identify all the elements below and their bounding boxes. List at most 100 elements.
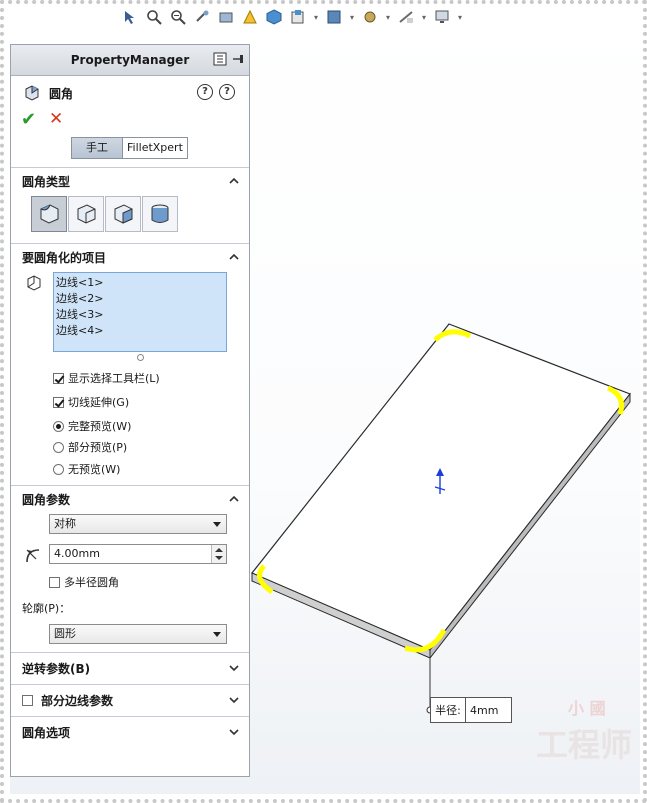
constant-radius-fillet-button[interactable]: [31, 196, 67, 232]
edges-list[interactable]: 边线<1> 边线<2> 边线<3> 边线<4>: [53, 272, 227, 352]
mode-tabs: 手工 FilletXpert: [71, 137, 188, 159]
hide-show-items-icon[interactable]: [324, 7, 344, 27]
select-value: 对称: [54, 517, 76, 530]
section-title: 部分边线参数: [41, 693, 114, 708]
radius-value: 4.00mm: [54, 547, 100, 560]
chevron-down-icon[interactable]: [229, 727, 239, 737]
radius-callout[interactable]: 半径: 4mm: [430, 697, 512, 723]
chevron-up-icon[interactable]: [229, 252, 239, 262]
radius-spinner[interactable]: [211, 545, 226, 563]
chevron-down-icon[interactable]: [229, 695, 239, 705]
checkbox-label: 多半径圆角: [64, 576, 119, 589]
tab-filletxpert[interactable]: FilletXpert: [123, 138, 187, 158]
property-manager: PropertyManager 圆角 ? ? ✔ ✕ 手工 FilletXper…: [10, 44, 250, 777]
chevron-down-icon[interactable]: ▾: [456, 7, 464, 27]
chevron-down-icon[interactable]: [213, 522, 221, 527]
face-fillet-button[interactable]: [105, 196, 141, 232]
multi-radius-checkbox[interactable]: 多半径圆角: [49, 574, 119, 590]
zoom-area-icon[interactable]: [168, 7, 188, 27]
property-manager-title: PropertyManager: [70, 53, 190, 67]
panel-split-icon[interactable]: [213, 52, 227, 66]
section-setback-header[interactable]: 逆转参数(B): [11, 653, 249, 683]
variable-radius-fillet-button[interactable]: [68, 196, 104, 232]
show-toolbar-checkbox[interactable]: 显示选择工具栏(L): [53, 370, 160, 386]
list-item[interactable]: 边线<2>: [56, 291, 224, 307]
property-manager-header: PropertyManager: [11, 45, 249, 76]
cancel-x-icon[interactable]: ✕: [49, 109, 63, 129]
checkbox-box[interactable]: [53, 372, 64, 384]
display-style-icon[interactable]: [288, 7, 308, 27]
tab-manual[interactable]: 手工: [72, 138, 123, 158]
list-item[interactable]: 边线<3>: [56, 307, 224, 323]
section-title: 圆角参数: [22, 492, 71, 507]
checkbox-label: 显示选择工具栏(L): [68, 372, 160, 385]
fillet-method-select[interactable]: 对称: [49, 514, 227, 534]
heads-up-toolbar: ▾ ▾ ▾ ▾ ▾: [120, 4, 464, 30]
radio-label: 无预览(W): [68, 463, 121, 476]
radius-callout-key: 半径:: [431, 698, 466, 722]
profile-select[interactable]: 圆形: [49, 624, 227, 644]
chevron-down-icon[interactable]: ▾: [312, 7, 320, 27]
list-item[interactable]: 边线<4>: [56, 323, 224, 339]
resize-handle[interactable]: [137, 354, 144, 361]
help-icon[interactable]: ?: [219, 84, 235, 100]
checkbox-box[interactable]: [53, 396, 64, 408]
section-options-header[interactable]: 圆角选项: [11, 717, 249, 747]
partial-edge-checkbox[interactable]: [22, 694, 33, 706]
chevron-down-icon[interactable]: [213, 632, 221, 637]
chevron-down-icon[interactable]: ▾: [384, 7, 392, 27]
feature-title-row: 圆角 ? ?: [11, 81, 249, 105]
partial-preview-radio[interactable]: 部分预览(P): [53, 439, 127, 455]
radio-circle[interactable]: [53, 441, 64, 453]
section-title: 逆转参数(B): [22, 661, 91, 676]
radio-circle[interactable]: [53, 420, 64, 432]
checkbox-box[interactable]: [49, 576, 60, 588]
radio-circle[interactable]: [53, 463, 64, 475]
section-title: 圆角选项: [22, 725, 71, 740]
zoom-fit-icon[interactable]: [144, 7, 164, 27]
radius-input[interactable]: 4.00mm: [49, 544, 227, 564]
fillet-feature-icon: [25, 85, 39, 101]
radius-callout-value[interactable]: 4mm: [466, 698, 511, 722]
section-title: 圆角类型: [22, 174, 71, 189]
radius-icon: [26, 549, 40, 563]
full-round-fillet-button[interactable]: [142, 196, 178, 232]
section-fillet-options[interactable]: 圆角选项: [11, 716, 249, 749]
radio-label: 完整预览(W): [68, 420, 132, 433]
section-items-to-fillet: 要圆角化的项目 边线<1> 边线<2> 边线<3> 边线<4> 显示选择工具栏(…: [11, 243, 249, 490]
ok-check-icon[interactable]: ✔: [21, 109, 36, 130]
profile-label: 轮廓(P)：: [22, 602, 71, 615]
checkbox-label: 切线延伸(G): [68, 396, 130, 409]
tangent-propagation-checkbox[interactable]: 切线延伸(G): [53, 394, 129, 410]
chevron-up-icon[interactable]: [229, 176, 239, 186]
chevron-up-icon[interactable]: [229, 494, 239, 504]
section-items-header[interactable]: 要圆角化的项目: [11, 244, 249, 270]
section-params-header[interactable]: 圆角参数: [11, 486, 249, 512]
chevron-down-icon[interactable]: [229, 663, 239, 673]
ok-cancel-row: ✔ ✕: [11, 109, 249, 131]
apply-scene-icon[interactable]: [396, 7, 416, 27]
no-preview-radio[interactable]: 无预览(W): [53, 461, 120, 477]
radio-label: 部分预览(P): [68, 441, 128, 454]
view-settings-icon[interactable]: [432, 7, 452, 27]
pointer-icon[interactable]: [120, 7, 140, 27]
section-view-icon[interactable]: [216, 7, 236, 27]
section-fillet-type-header[interactable]: 圆角类型: [11, 168, 249, 194]
view-orientation-icon[interactable]: [264, 7, 284, 27]
section-partial-edge-header[interactable]: 部分边线参数: [11, 685, 249, 715]
spin-down-icon[interactable]: [215, 556, 223, 560]
help-question-icon[interactable]: ?: [197, 84, 213, 100]
dynamic-annotation-icon[interactable]: [240, 7, 260, 27]
full-preview-radio[interactable]: 完整预览(W): [53, 418, 131, 434]
section-partial-edge-parameters[interactable]: 部分边线参数: [11, 684, 249, 717]
edit-appearance-icon[interactable]: [360, 7, 380, 27]
previous-view-icon[interactable]: [192, 7, 212, 27]
spin-up-icon[interactable]: [215, 548, 223, 552]
edge-selection-icon: [27, 275, 41, 291]
list-item[interactable]: 边线<1>: [56, 275, 224, 291]
pin-icon[interactable]: [231, 52, 245, 66]
chevron-down-icon[interactable]: ▾: [420, 7, 428, 27]
section-setback-parameters[interactable]: 逆转参数(B): [11, 652, 249, 685]
select-value: 圆形: [54, 627, 76, 640]
chevron-down-icon[interactable]: ▾: [348, 7, 356, 27]
